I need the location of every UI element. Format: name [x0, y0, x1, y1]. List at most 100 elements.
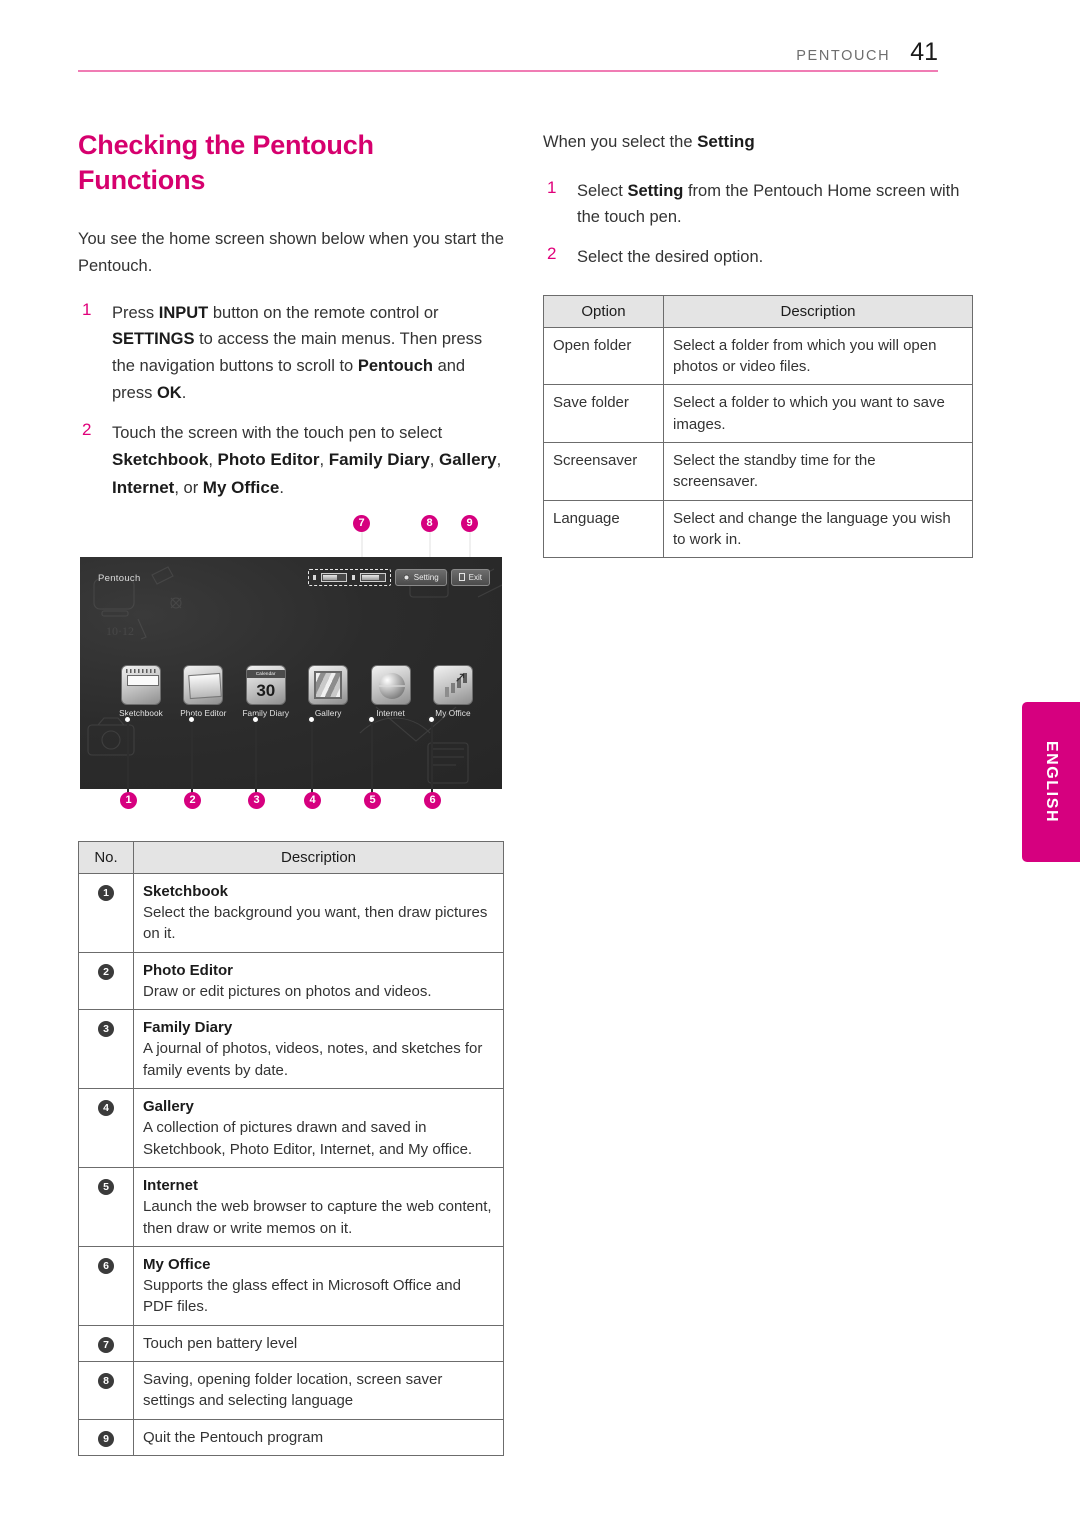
row-number-cell: 7 — [78, 1324, 134, 1363]
callout-9: 9 — [461, 514, 478, 532]
table-row: 8 Saving, opening folder location, scree… — [78, 1361, 504, 1420]
bullet-number: 1 — [98, 884, 114, 901]
app-launcher-row: Sketchbook Photo Editor Calendar 30 Fami… — [112, 664, 482, 718]
row-text: Saving, opening folder location, screen … — [143, 1371, 443, 1410]
bullet-number: 3 — [98, 1021, 114, 1038]
row-title: Gallery — [143, 1098, 194, 1116]
right-step-2-text: Select the desired option. — [577, 248, 764, 267]
callout-3-leader — [255, 722, 257, 793]
callout-2-leader — [191, 722, 193, 793]
callout-1: 1 — [120, 791, 137, 809]
row-number-cell: 5 — [78, 1166, 134, 1247]
row-description-cell: Family Diary A journal of photos, videos… — [133, 1009, 504, 1090]
right-step-1-number: 1 — [547, 177, 557, 197]
exit-door-icon — [458, 573, 465, 582]
table-row: 3 Family Diary A journal of photos, vide… — [78, 1009, 504, 1090]
app-label: Photo Editor — [180, 708, 227, 718]
setting-options-table: Option Description Open folder Select a … — [543, 294, 973, 559]
screen-toolbar: Setting Exit — [307, 568, 490, 586]
battery-cell-2-icon — [359, 572, 386, 582]
column-header-description: Description — [133, 840, 504, 874]
right-step-1: 1 Select Setting from the Pentouch Home … — [543, 178, 973, 231]
bullet-number: 5 — [98, 1178, 114, 1195]
screen-app-title: Pentouch — [98, 572, 141, 584]
row-number-cell: 4 — [78, 1088, 134, 1168]
exit-button-label: Exit — [468, 572, 482, 582]
left-step-1-number: 1 — [82, 299, 92, 319]
row-title: Internet — [143, 1176, 199, 1194]
row-text: Supports the glass effect in Microsoft O… — [143, 1277, 461, 1316]
table-row: Open folder Select a folder from which y… — [543, 326, 973, 386]
pentouch-home-screenshot: 7 8 9 10·12 Pentouch Setting Exit Sketch… — [78, 514, 504, 827]
table-row: 5 Internet Launch the web browser to cap… — [78, 1166, 504, 1247]
callout-5-leader — [371, 722, 373, 793]
battery-cell-1-icon — [320, 572, 347, 582]
row-text: Launch the web browser to capture the we… — [143, 1198, 492, 1237]
table-row: Screensaver Select the standby time for … — [543, 442, 973, 501]
battery-level-indicator-icon[interactable] — [307, 568, 391, 586]
option-description-cell: Select and change the language you wish … — [663, 499, 973, 559]
column-header-description: Description — [663, 294, 973, 328]
table-row: 6 My Office Supports the glass effect in… — [78, 1245, 504, 1326]
bullet-number: 6 — [98, 1257, 114, 1274]
callout-1-leader — [127, 722, 129, 793]
row-title: Sketchbook — [143, 882, 229, 900]
internet-globe-icon — [370, 664, 411, 705]
app-gallery[interactable]: Gallery — [299, 664, 357, 718]
sketchbook-icon — [121, 664, 161, 705]
option-description-cell: Select a folder to which you want to sav… — [663, 384, 973, 444]
app-label: Sketchbook — [119, 708, 163, 718]
right-column: When you select the Setting 1 Select Set… — [543, 128, 973, 559]
family-diary-calendar-icon: Calendar 30 — [245, 664, 286, 705]
callout-2: 2 — [184, 791, 201, 809]
option-description-cell: Select the standby time for the screensa… — [663, 442, 973, 501]
page-number: 41 — [910, 38, 938, 66]
calendar-header: Calendar — [246, 669, 285, 678]
option-cell: Save folder — [543, 384, 664, 444]
header-rule — [78, 70, 938, 72]
row-description-cell: Saving, opening folder location, screen … — [133, 1361, 504, 1420]
app-internet[interactable]: Internet — [362, 664, 420, 718]
right-step-1-text: Select Setting from the Pentouch Home sc… — [577, 181, 960, 227]
app-family-diary[interactable]: Calendar 30 Family Diary — [237, 664, 295, 718]
row-number-cell: 3 — [78, 1009, 134, 1090]
setting-lead-paragraph: When you select the Setting — [543, 128, 973, 156]
left-column: Checking the Pentouch Functions You see … — [78, 128, 504, 1456]
table-row: 4 Gallery A collection of pictures drawn… — [78, 1088, 504, 1168]
language-side-tab-label: ENGLISH — [1043, 740, 1060, 824]
column-header-option: Option — [543, 294, 664, 328]
my-office-chart-icon — [432, 664, 473, 705]
setting-button[interactable]: Setting — [394, 568, 447, 586]
table-header-row: No. Description — [78, 840, 504, 874]
callout-3: 3 — [248, 791, 265, 809]
callout-5: 5 — [364, 791, 381, 809]
callout-4: 4 — [304, 791, 321, 809]
bullet-number: 9 — [98, 1430, 114, 1447]
app-sketchbook[interactable]: Sketchbook — [112, 664, 170, 718]
bullet-number: 4 — [98, 1100, 114, 1117]
functions-table: No. Description 1 Sketchbook Select the … — [78, 840, 504, 1456]
exit-button[interactable]: Exit — [450, 568, 490, 586]
row-description-cell: My Office Supports the glass effect in M… — [133, 1245, 504, 1326]
row-text: Draw or edit pictures on photos and vide… — [143, 982, 432, 1000]
header-section-label: PENTOUCH — [796, 48, 891, 64]
right-step-2-number: 2 — [547, 244, 557, 264]
callout-6: 6 — [424, 791, 441, 809]
language-side-tab: ENGLISH — [1022, 702, 1080, 862]
left-step-2-text: Touch the screen with the touch pen to s… — [112, 423, 502, 497]
row-description-cell: Quit the Pentouch program — [133, 1418, 504, 1456]
callout-6-leader — [431, 722, 433, 793]
battery-pin-icon — [312, 574, 316, 580]
row-text: A collection of pictures drawn and saved… — [143, 1119, 473, 1158]
svg-text:10·12: 10·12 — [106, 624, 134, 638]
app-label: Family Diary — [242, 708, 290, 718]
row-text: Select the background you want, then dra… — [143, 903, 488, 943]
table-header-row: Option Description — [543, 294, 973, 328]
row-number-cell: 2 — [78, 951, 134, 1011]
gear-icon — [402, 573, 410, 581]
app-photo-editor[interactable]: Photo Editor — [174, 664, 232, 718]
row-description-cell: Touch pen battery level — [133, 1324, 504, 1363]
left-step-1-text: Press INPUT button on the remote control… — [112, 303, 483, 402]
app-my-office[interactable]: My Office — [424, 664, 482, 718]
intro-paragraph: You see the home screen shown below when… — [78, 230, 504, 275]
